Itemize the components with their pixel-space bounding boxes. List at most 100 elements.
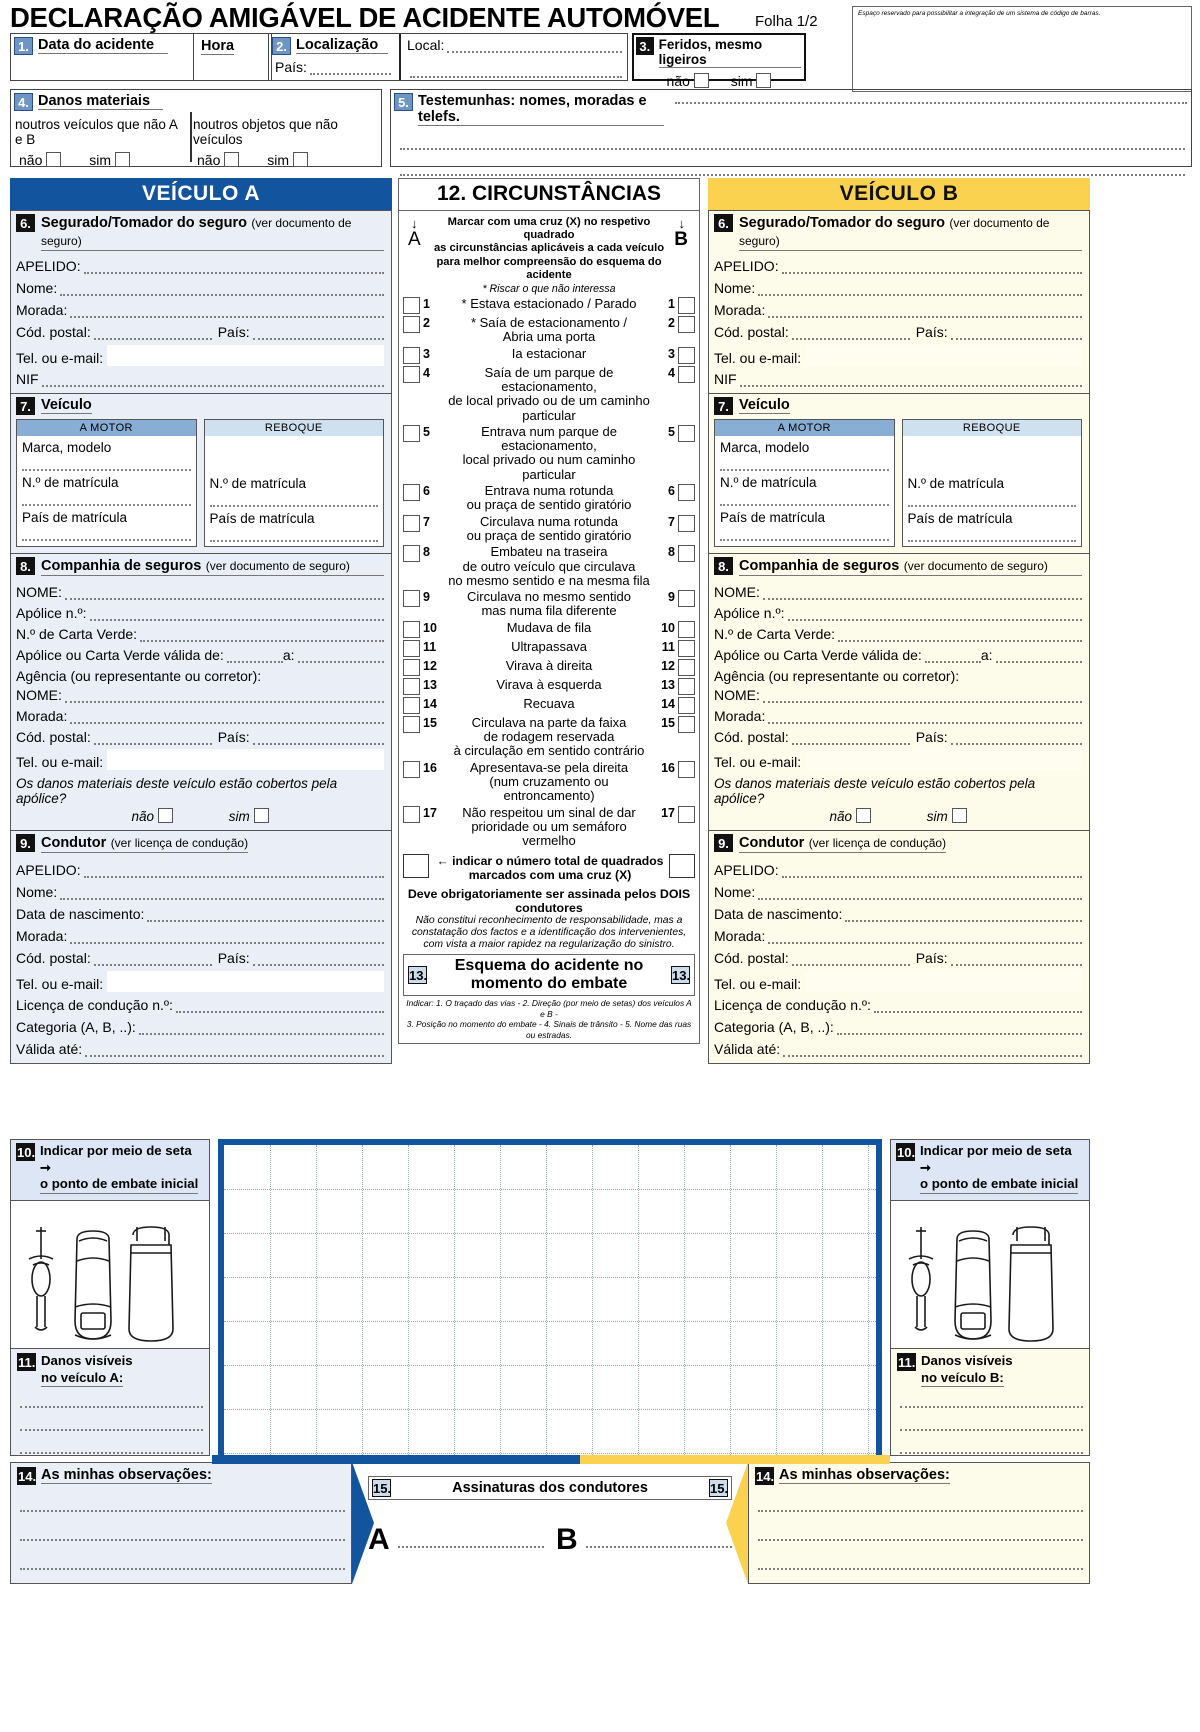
section11-b[interactable]: 11. Danos visíveis no veículo B: — [890, 1348, 1090, 1456]
section6-a-nif-input[interactable] — [41, 376, 384, 387]
section6-b-tel-input[interactable] — [805, 345, 1082, 366]
section11-a-input-3[interactable] — [20, 1443, 203, 1454]
section14-b-input-2[interactable] — [758, 1530, 1083, 1541]
section7-a[interactable]: 7. Veículo A MOTOR Marca, modelo N.º de … — [10, 394, 392, 554]
box-witnesses[interactable]: 5. Testemunhas: nomes, moradas e telefs. — [390, 89, 1192, 176]
box4-col2-sim-group[interactable]: sim — [267, 152, 308, 168]
section7-a-reb-matricula-input[interactable] — [209, 494, 378, 507]
circumstance-a-checkbox-9[interactable] — [403, 590, 420, 608]
section9-b-nascimento-input[interactable] — [845, 911, 1082, 922]
section14-a[interactable]: 14. As minhas observações: — [10, 1462, 352, 1584]
section9-b-codpostal-input[interactable] — [791, 955, 910, 966]
section9-a-valida-input[interactable] — [85, 1046, 384, 1057]
circumstance-a-checkbox-4[interactable] — [403, 365, 420, 383]
circumstance-a-checkbox-17[interactable] — [403, 805, 420, 823]
section10-a[interactable]: 10. Indicar por meio de seta ➞ o ponto d… — [10, 1139, 210, 1373]
section14-a-input-1[interactable] — [20, 1501, 345, 1512]
section8-a-nome-input[interactable] — [64, 589, 384, 600]
box4-col1-sim-checkbox[interactable] — [114, 152, 130, 167]
section6-a-apelido-input[interactable] — [83, 263, 384, 274]
section9-a-codpostal-input[interactable] — [93, 955, 212, 966]
section7-b-marca-input[interactable] — [720, 458, 889, 471]
section8-b-codpostal-input[interactable] — [791, 734, 910, 745]
circumstance-b-checkbox-8[interactable] — [678, 545, 695, 563]
box-injuries[interactable]: 3. Feridos, mesmo ligeiros não sim — [632, 33, 806, 89]
section8-a-sim-checkbox[interactable] — [253, 808, 269, 823]
circumstance-a-checkbox-7[interactable] — [403, 514, 420, 532]
section6-a-pais-input[interactable] — [252, 329, 384, 340]
circumstance-b-checkbox-4[interactable] — [678, 365, 695, 383]
circumstance-b-checkbox-1[interactable] — [678, 297, 695, 315]
section7-a-reb-pais-input[interactable] — [209, 529, 378, 542]
section8-b-sim-checkbox[interactable] — [951, 808, 967, 823]
box5-input-2[interactable] — [400, 139, 1185, 150]
section11-a[interactable]: 11. Danos visíveis no veículo A: — [10, 1348, 210, 1456]
section10-a-vehicle-diagram[interactable] — [11, 1199, 209, 1372]
section8-b-tel-input[interactable] — [805, 749, 1082, 770]
circumstance-b-checkbox-7[interactable] — [678, 514, 695, 532]
box4-col1-nao-checkbox[interactable] — [46, 152, 62, 167]
section7-a-motor-col[interactable]: A MOTOR Marca, modelo N.º de matrícula P… — [16, 419, 197, 547]
section8-b-nao-group[interactable]: não — [829, 808, 871, 824]
section8-b-apolice-input[interactable] — [787, 610, 1082, 621]
section6-a-morada-input[interactable] — [70, 307, 384, 318]
section11-b-input-3[interactable] — [900, 1443, 1083, 1454]
circumstance-b-checkbox-3[interactable] — [678, 346, 695, 364]
section9-a-categoria-input[interactable] — [138, 1024, 384, 1035]
section8-a-agencia-nome-input[interactable] — [64, 692, 384, 703]
section14-b-input-1[interactable] — [758, 1501, 1083, 1512]
box-material-damage[interactable]: 4. Danos materiais noutros veículos que … — [10, 89, 382, 168]
section9-a[interactable]: 9. Condutor (ver licença de condução) AP… — [10, 831, 392, 1064]
section9-b-pais-input[interactable] — [950, 955, 1082, 966]
box4-col2-sim-checkbox[interactable] — [292, 152, 308, 167]
section11-a-input-1[interactable] — [20, 1397, 203, 1408]
circumstance-a-checkbox-1[interactable] — [403, 297, 420, 315]
circ-total-a-box[interactable] — [403, 854, 429, 879]
section9-b-morada-input[interactable] — [768, 933, 1082, 944]
circumstance-a-checkbox-8[interactable] — [403, 545, 420, 563]
circumstance-b-checkbox-16[interactable] — [678, 760, 695, 778]
circumstance-b-checkbox-11[interactable] — [678, 639, 695, 657]
section9-a-nome-input[interactable] — [60, 889, 384, 900]
section6-b-pais-input[interactable] — [950, 329, 1082, 340]
box2-local-input-1[interactable] — [447, 42, 622, 53]
section8-b-cartaverde-input[interactable] — [838, 631, 1082, 642]
section8-b[interactable]: 8. Companhia de seguros (ver documento d… — [708, 554, 1090, 831]
box3-nao-checkbox[interactable] — [693, 73, 709, 88]
circumstance-b-checkbox-13[interactable] — [678, 677, 695, 695]
section7-b-paismatricula-input[interactable] — [720, 528, 889, 541]
box4-col1-nao-group[interactable]: não — [19, 152, 62, 168]
section7-b[interactable]: 7. Veículo A MOTOR Marca, modelo N.º de … — [708, 394, 1090, 554]
section9-b[interactable]: 9. Condutor (ver licença de condução) AP… — [708, 831, 1090, 1064]
circumstance-b-checkbox-5[interactable] — [678, 424, 695, 442]
section10-b[interactable]: 10. Indicar por meio de seta ➞ o ponto d… — [890, 1139, 1090, 1373]
circumstance-a-checkbox-2[interactable] — [403, 316, 420, 334]
section8-a-tel-input[interactable] — [107, 749, 384, 770]
section6-a-codpostal-input[interactable] — [93, 329, 212, 340]
section14-b[interactable]: 14. As minhas observações: — [748, 1462, 1090, 1584]
section15-signature-b-input[interactable] — [585, 1537, 732, 1548]
circumstance-b-checkbox-14[interactable] — [678, 696, 695, 714]
box2-pais-input[interactable] — [309, 64, 391, 75]
section9-a-nascimento-input[interactable] — [147, 911, 384, 922]
section15-signature-a-input[interactable] — [397, 1537, 544, 1548]
box4-col2-nao-group[interactable]: não — [197, 152, 240, 168]
section6-b-nif-input[interactable] — [739, 376, 1082, 387]
section9-b-tel-input[interactable] — [805, 971, 1082, 992]
circumstance-a-checkbox-6[interactable] — [403, 484, 420, 502]
section11-a-input-2[interactable] — [20, 1420, 203, 1431]
circ-total-row[interactable]: ← indicar o número total de quadrados ma… — [403, 854, 695, 882]
section9-b-nome-input[interactable] — [758, 889, 1082, 900]
circumstance-a-checkbox-11[interactable] — [403, 639, 420, 657]
box2-local-input-2[interactable] — [410, 67, 622, 78]
section8-b-validade-de-input[interactable] — [924, 652, 981, 663]
section7-a-marca-input[interactable] — [22, 458, 191, 471]
box4-col2-nao-checkbox[interactable] — [224, 152, 240, 167]
section6-a-tel-input[interactable] — [107, 345, 384, 366]
section9-a-licenca-input[interactable] — [175, 1002, 384, 1013]
circumstance-a-checkbox-13[interactable] — [403, 677, 420, 695]
section10-b-vehicle-diagram[interactable] — [891, 1199, 1089, 1372]
section6-b-apelido-input[interactable] — [781, 263, 1082, 274]
section8-a-codpostal-input[interactable] — [93, 734, 212, 745]
section8-b-morada-input[interactable] — [768, 713, 1082, 724]
